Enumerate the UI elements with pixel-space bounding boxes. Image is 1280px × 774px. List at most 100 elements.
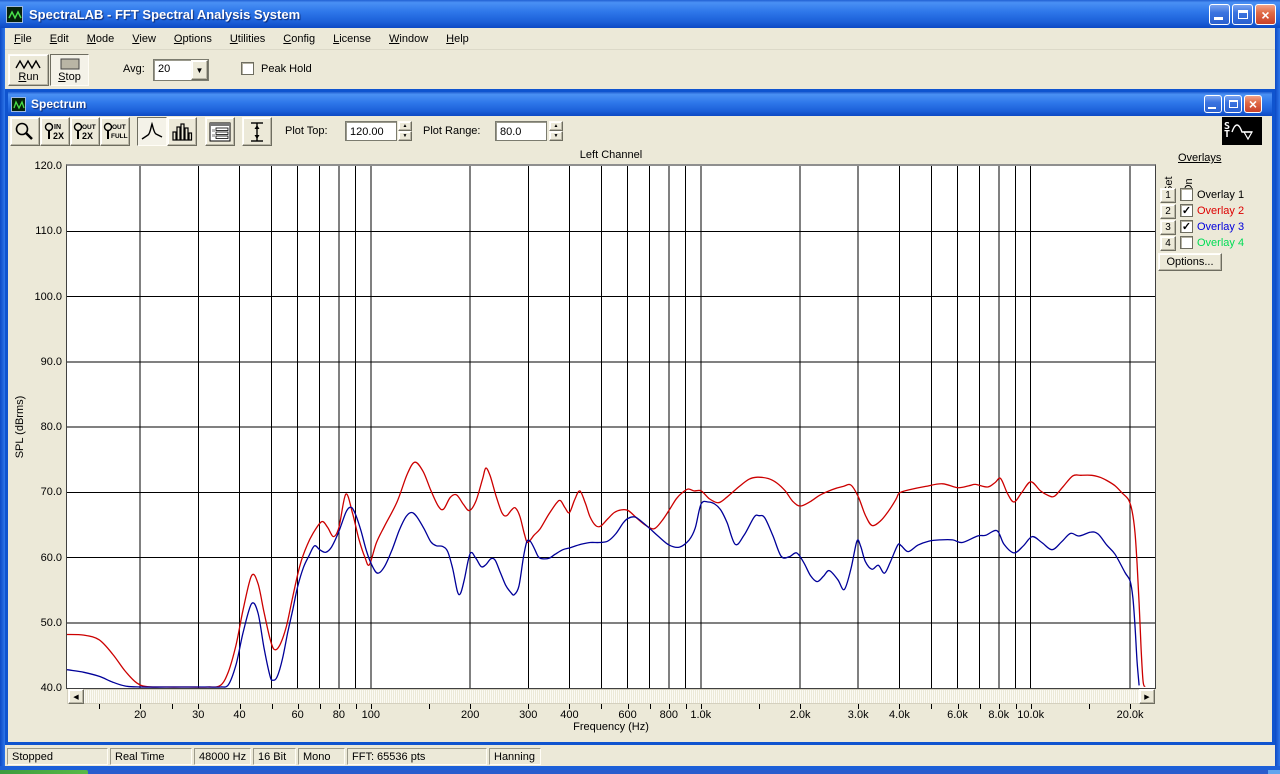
minimize-icon [1214,17,1223,20]
menu-config[interactable]: Config [274,30,324,48]
status-fft-size: FFT: 65536 pts [347,748,487,765]
run-waveform-icon [14,59,41,69]
overlay-4-set-button[interactable]: 4 [1160,236,1176,251]
tray-fragment [1268,770,1280,774]
overlay-1-set-button[interactable]: 1 [1160,188,1176,203]
plot-range-label: Plot Range: [423,125,481,137]
menu-options[interactable]: Options [165,30,221,48]
zoom-out-full-icon: OUT FULL [103,122,128,140]
svg-text:OUT: OUT [112,124,126,131]
spectrum-view-button[interactable] [137,117,167,146]
bar-view-button[interactable] [167,117,197,146]
overlay-2-checkbox[interactable]: ✓ [1180,204,1193,217]
scroll-right-arrow[interactable]: ▶ [1139,689,1155,704]
menu-file[interactable]: File [5,30,41,48]
maximize-icon [1237,10,1248,19]
spin-down-icon[interactable]: ▼ [398,131,412,141]
spectrum-window: Spectrum × IN 2X OUT 2X OUT FULL Plot To… [5,89,1275,745]
window-right-border [1275,28,1280,766]
amplitude-range-button[interactable] [242,117,272,146]
menu-view[interactable]: View [123,30,165,48]
maximize-icon [1228,100,1238,108]
zoom-out-2x-icon: OUT2X [73,122,96,141]
maximize-button[interactable] [1232,4,1253,25]
overlay-1-checkbox[interactable] [1180,188,1193,201]
peak-hold-label: Peak Hold [261,63,312,75]
status-bar: Stopped Real Time 48000 Hz 16 Bit Mono F… [5,746,1275,766]
magnifier-icon [15,122,33,140]
spin-up-icon[interactable]: ▲ [549,121,563,131]
options-list-icon [209,122,231,141]
bar-chart-icon [172,122,193,141]
close-icon: × [1261,6,1270,23]
status-run-state: Stopped [7,748,108,765]
vertical-range-icon [251,121,263,142]
start-button-fragment [0,770,88,774]
zoom-out-2x-button[interactable]: OUT 2X [70,117,100,146]
peak-hold-checkbox[interactable] [241,62,254,75]
overlay-3-label: Overlay 3 [1197,221,1245,233]
status-channels: Mono [298,748,345,765]
zoom-out-full-button[interactable]: OUT FULL [100,117,130,146]
menu-utilities[interactable]: Utilities [221,30,274,48]
title-bar: SpectraLAB - FFT Spectral Analysis Syste… [0,0,1280,28]
overlays-options-button[interactable]: Options... [1158,253,1222,271]
status-mode: Real Time [110,748,192,765]
menu-edit[interactable]: Edit [41,30,78,48]
avg-dropdown[interactable]: 20 ▼ [153,59,209,81]
menu-window[interactable]: Window [380,30,437,48]
plot-range-spinner[interactable]: ▲ ▼ [549,121,563,141]
close-icon: × [1248,96,1258,112]
overlay-1-label: Overlay 1 [1197,189,1245,201]
avg-label: Avg: [123,63,145,75]
avg-dropdown-arrow-icon[interactable]: ▼ [191,60,208,80]
window-left-border [0,28,5,766]
menu-bar: File Edit Mode View Options Utilities Co… [5,28,1275,50]
plot-top-label: Plot Top: [285,125,328,137]
plot-range-input[interactable] [495,121,547,141]
spectrum-window-title: Spectrum [31,97,87,111]
frequency-scrollbar[interactable] [67,689,1155,704]
taskbar-fragment [0,770,1280,774]
close-button[interactable]: × [1255,4,1276,25]
overlay-4-label: Overlay 4 [1197,237,1245,249]
overlay-3-checkbox[interactable]: ✓ [1180,220,1193,233]
zoom-in-2x-button[interactable]: IN 2X [40,117,70,146]
zoom-in-2x-icon: IN2X [44,122,64,141]
spin-down-icon[interactable]: ▼ [549,131,563,141]
spectrum-close-button[interactable]: × [1244,95,1262,113]
svg-text:2X: 2X [53,131,64,141]
main-toolbar: Run Stop Avg: 20 ▼ Peak Hold [5,51,1275,89]
zoom-tool-button[interactable] [10,117,40,146]
minimize-icon [1208,107,1216,109]
menu-license[interactable]: License [324,30,380,48]
minimize-button[interactable] [1209,4,1230,25]
svg-text:FULL: FULL [111,133,128,140]
spectrum-toolbar: IN2X OUT2X OUTFULL Plot Top: ▲ ▼ Plot Ra… [8,116,1272,148]
svg-text:OUT: OUT [82,124,96,131]
stop-button[interactable]: Stop [50,54,89,86]
overlay-3-set-button[interactable]: 3 [1160,220,1176,235]
plot-top-spinner[interactable]: ▲ ▼ [398,121,412,141]
spectrum-minimize-button[interactable] [1204,95,1222,113]
overlay-4-checkbox[interactable] [1180,236,1193,249]
spin-up-icon[interactable]: ▲ [398,121,412,131]
svg-text:2X: 2X [82,131,93,141]
spectrum-title-bar: Spectrum × [8,92,1272,116]
stop-square-icon [60,58,79,69]
display-options-button[interactable] [205,117,235,146]
spectrum-maximize-button[interactable] [1224,95,1242,113]
overlay-2-set-button[interactable]: 2 [1160,204,1176,219]
menu-help[interactable]: Help [437,30,478,48]
avg-value: 20 [158,63,171,75]
status-bit-depth: 16 Bit [253,748,296,765]
status-sample-rate: 48000 Hz [194,748,251,765]
signal-generator-icon[interactable]: ST [1222,117,1262,145]
spectrum-icon [11,96,26,112]
plot-top-input[interactable] [345,121,397,141]
overlay-2-label: Overlay 2 [1197,205,1245,217]
scroll-left-arrow[interactable]: ◀ [68,689,84,704]
menu-mode[interactable]: Mode [78,30,124,48]
run-button[interactable]: Run [8,54,49,86]
svg-text:IN: IN [54,124,61,131]
